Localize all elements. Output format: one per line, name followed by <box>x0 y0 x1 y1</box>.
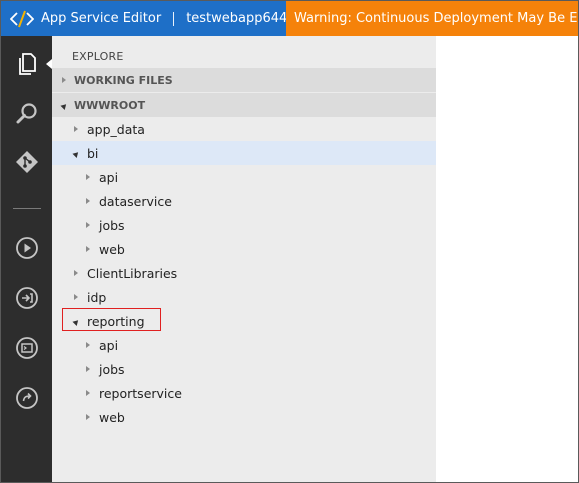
folder-label: api <box>99 169 119 185</box>
search-button[interactable] <box>1 94 52 134</box>
run-button[interactable] <box>1 228 52 268</box>
folder-clientlibraries[interactable]: ClientLibraries <box>52 261 436 285</box>
explorer-button[interactable] <box>1 44 52 84</box>
search-icon <box>15 102 39 126</box>
app-service-editor-logo-icon <box>9 9 35 29</box>
output-button[interactable] <box>1 278 52 318</box>
git-button[interactable] <box>1 142 52 182</box>
folder-reporting[interactable]: reporting <box>52 309 436 333</box>
folder-idp[interactable]: idp <box>52 285 436 309</box>
app-window: App Service Editor testwebapp6442 Warnin… <box>0 0 579 483</box>
folder-label: ClientLibraries <box>87 265 178 281</box>
app-title: App Service Editor <box>41 11 162 26</box>
folder-jobs[interactable]: jobs <box>52 357 436 381</box>
section-label: WORKING FILES <box>74 73 173 87</box>
share-icon <box>15 386 39 410</box>
folder-label: web <box>99 241 125 257</box>
chevron-right-icon <box>60 76 68 84</box>
activity-bar <box>1 36 52 482</box>
chevron-right-icon <box>72 269 80 277</box>
folder-label: reportservice <box>99 385 182 401</box>
chevron-right-icon <box>72 125 80 133</box>
folder-web[interactable]: web <box>52 237 436 261</box>
folder-label: idp <box>87 289 107 305</box>
activity-divider <box>13 208 41 209</box>
chevron-down-icon <box>72 316 83 326</box>
folder-jobs[interactable]: jobs <box>52 213 436 237</box>
title-separator <box>173 11 175 26</box>
git-icon <box>15 150 39 174</box>
explorer-panel: EXPLORE WORKING FILES WWWROOT app_databi… <box>52 36 436 482</box>
chevron-right-icon <box>84 413 92 421</box>
folder-label: app_data <box>87 121 145 137</box>
editor-area <box>436 36 578 482</box>
folder-label: jobs <box>99 217 125 233</box>
folder-reportservice[interactable]: reportservice <box>52 381 436 405</box>
folder-label: bi <box>87 145 99 161</box>
chevron-right-icon <box>84 245 92 253</box>
folder-api[interactable]: api <box>52 333 436 357</box>
deployment-warning-banner: Warning: Continuous Deployment May Be En… <box>286 1 578 36</box>
folder-api[interactable]: api <box>52 165 436 189</box>
wwwroot-section[interactable]: WWWROOT <box>52 93 436 117</box>
folder-label: reporting <box>87 313 145 329</box>
folder-bi[interactable]: bi <box>52 141 436 165</box>
warning-text: Warning: Continuous Deployment May Be En… <box>294 11 578 26</box>
folder-web[interactable]: web <box>52 405 436 429</box>
chevron-right-icon <box>84 341 92 349</box>
working-files-section[interactable]: WORKING FILES <box>52 68 436 92</box>
chevron-right-icon <box>84 365 92 373</box>
chevron-right-icon <box>72 293 80 301</box>
folder-label: dataservice <box>99 193 172 209</box>
folder-label: jobs <box>99 361 125 377</box>
site-name: testwebapp6442 <box>186 11 296 26</box>
chevron-right-icon <box>84 221 92 229</box>
chevron-down-icon <box>60 100 71 110</box>
console-button[interactable] <box>1 328 52 368</box>
console-icon <box>15 336 39 360</box>
chevron-right-icon <box>84 197 92 205</box>
folder-label: api <box>99 337 119 353</box>
chevron-down-icon <box>72 148 83 158</box>
run-icon <box>15 236 39 260</box>
output-icon <box>15 286 39 310</box>
title-bar: App Service Editor testwebapp6442 Warnin… <box>1 1 578 36</box>
chevron-right-icon <box>84 389 92 397</box>
files-icon <box>16 52 38 76</box>
explorer-header: EXPLORE <box>72 50 124 63</box>
section-label: WWWROOT <box>74 98 146 112</box>
folder-dataservice[interactable]: dataservice <box>52 189 436 213</box>
share-button[interactable] <box>1 378 52 418</box>
folder-label: web <box>99 409 125 425</box>
folder-app-data[interactable]: app_data <box>52 117 436 141</box>
chevron-right-icon <box>84 173 92 181</box>
